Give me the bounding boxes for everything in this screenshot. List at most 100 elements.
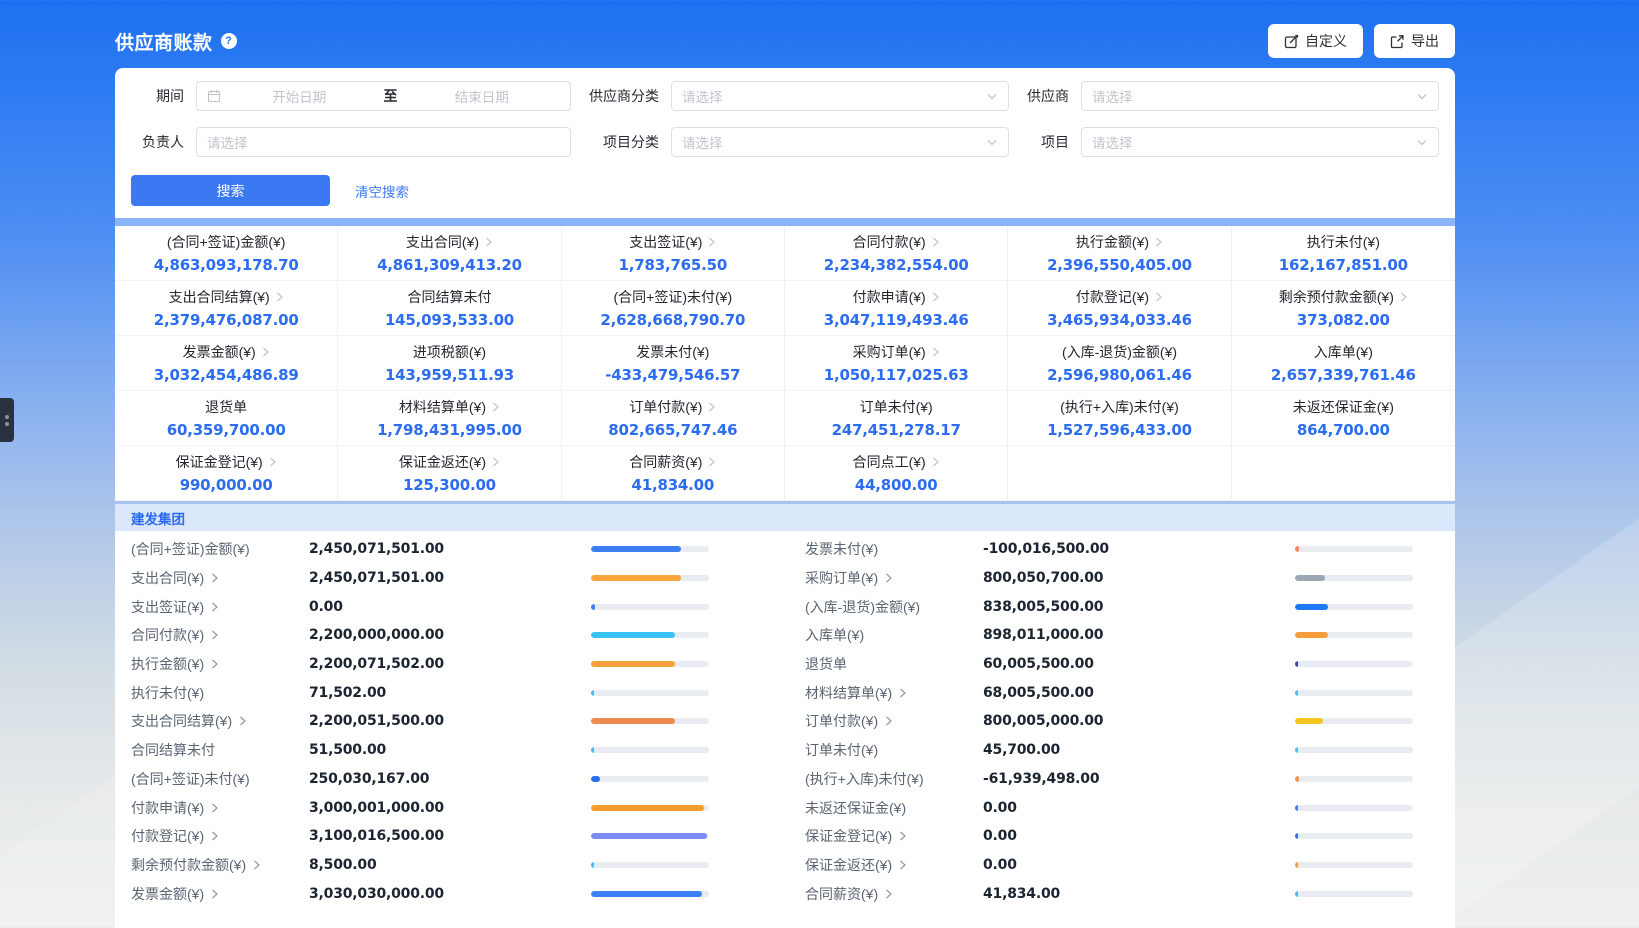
chevron-right-icon[interactable] — [210, 830, 219, 842]
progress-bar-track — [1295, 661, 1413, 667]
chevron-right-icon[interactable] — [491, 401, 500, 413]
chevron-right-icon[interactable] — [484, 236, 493, 248]
stat-label: 保证金返还(¥) — [399, 452, 500, 472]
progress-bar-fill — [591, 690, 594, 696]
chevron-right-icon[interactable] — [1154, 236, 1163, 248]
stat-value: 2,379,476,087.00 — [154, 311, 299, 329]
detail-row: 执行未付(¥)71,502.00 — [131, 678, 765, 707]
progress-bar-fill — [1295, 604, 1328, 610]
chevron-right-icon[interactable] — [210, 629, 219, 641]
detail-label: 剩余预付款金额(¥) — [131, 855, 309, 875]
chevron-right-icon[interactable] — [884, 572, 893, 584]
group-name-link[interactable]: 建发集团 — [131, 508, 185, 528]
detail-value: 0.00 — [309, 599, 343, 615]
chevron-right-icon[interactable] — [238, 715, 247, 727]
summary-stat-cell: (合同+签证)金额(¥) 4,863,093,178.70 — [115, 226, 338, 281]
start-date-placeholder[interactable]: 开始日期 — [221, 86, 378, 106]
detail-label: 入库单(¥) — [805, 625, 983, 645]
chevron-right-icon[interactable] — [707, 401, 716, 413]
chevron-right-icon[interactable] — [931, 236, 940, 248]
stat-value: 2,657,339,761.46 — [1271, 366, 1416, 384]
summary-stat-cell: 订单付款(¥)802,665,747.46 — [562, 391, 785, 446]
chevron-right-icon[interactable] — [268, 456, 277, 468]
customize-button[interactable]: 自定义 — [1268, 24, 1363, 58]
project-select[interactable]: 请选择 — [1081, 127, 1439, 157]
summary-stat-cell: 合同结算未付145,093,533.00 — [338, 281, 561, 336]
detail-label: 订单付款(¥) — [805, 711, 983, 731]
progress-bar-fill — [591, 632, 675, 638]
stat-label: 支出合同结算(¥) — [169, 287, 284, 307]
summary-stat-cell: 支出签证(¥)1,783,765.50 — [562, 226, 785, 281]
progress-bar-fill — [1295, 833, 1298, 839]
summary-stat-cell: 订单未付(¥)247,451,278.17 — [785, 391, 1008, 446]
progress-bar-track — [1295, 690, 1413, 696]
progress-bar-track — [591, 632, 709, 638]
chevron-right-icon[interactable] — [210, 802, 219, 814]
stat-value: 247,451,278.17 — [832, 421, 961, 439]
detail-value: 898,011,000.00 — [983, 627, 1103, 643]
owner-select[interactable]: 请选择 — [196, 127, 571, 157]
chevron-right-icon[interactable] — [707, 456, 716, 468]
stat-value: 2,396,550,405.00 — [1047, 256, 1192, 274]
summary-stat-cell: 保证金返还(¥) 125,300.00 — [338, 446, 561, 501]
stat-value: 4,863,093,178.70 — [154, 256, 299, 274]
supplier-select[interactable]: 请选择 — [1081, 81, 1439, 111]
chevron-right-icon[interactable] — [884, 888, 893, 900]
detail-value: 0.00 — [983, 828, 1017, 844]
chevron-right-icon[interactable] — [1154, 291, 1163, 303]
detail-row: 合同结算未付51,500.00 — [131, 736, 765, 765]
stat-label: 材料结算单(¥) — [399, 397, 500, 417]
stats-top-strip — [115, 218, 1455, 226]
chevron-right-icon[interactable] — [275, 291, 284, 303]
date-range-input[interactable]: 开始日期 至 结束日期 — [196, 81, 571, 111]
chevron-right-icon[interactable] — [931, 291, 940, 303]
stat-value: 2,628,668,790.70 — [600, 311, 745, 329]
detail-value: 45,700.00 — [983, 742, 1060, 758]
detail-label: 合同结算未付 — [131, 740, 309, 760]
detail-row: (合同+签证)未付(¥)250,030,167.00 — [131, 765, 765, 794]
project-label: 项目 — [1009, 132, 1081, 152]
chevron-right-icon[interactable] — [898, 687, 907, 699]
summary-empty-cell — [1008, 446, 1231, 501]
stat-label: 发票未付(¥) — [636, 342, 709, 362]
project-category-select[interactable]: 请选择 — [671, 127, 1009, 157]
detail-value: 838,005,500.00 — [983, 599, 1103, 615]
detail-label: 支出签证(¥) — [131, 597, 309, 617]
chevron-right-icon[interactable] — [884, 715, 893, 727]
chevron-right-icon[interactable] — [931, 346, 940, 358]
export-button[interactable]: 导出 — [1374, 24, 1455, 58]
progress-bar-fill — [591, 862, 594, 868]
chevron-right-icon[interactable] — [252, 859, 261, 871]
stat-label: (合同+签证)金额(¥) — [167, 232, 286, 252]
stat-value: 60,359,700.00 — [167, 421, 286, 439]
filter-supplier-category: 供应商分类 请选择 — [571, 81, 1009, 111]
chevron-right-icon[interactable] — [707, 236, 716, 248]
chevron-right-icon[interactable] — [210, 658, 219, 670]
detail-value: 2,200,051,500.00 — [309, 713, 444, 729]
clear-search-link[interactable]: 清空搜索 — [355, 181, 409, 201]
chevron-right-icon[interactable] — [210, 572, 219, 584]
search-button[interactable]: 搜索 — [131, 175, 330, 206]
chevron-right-icon[interactable] — [210, 888, 219, 900]
detail-value: 0.00 — [983, 857, 1017, 873]
period-label: 期间 — [131, 86, 196, 106]
chevron-right-icon[interactable] — [1399, 291, 1408, 303]
help-icon[interactable]: ? — [221, 33, 237, 49]
side-drawer-handle[interactable] — [0, 398, 14, 442]
chevron-right-icon[interactable] — [898, 830, 907, 842]
detail-value: 71,502.00 — [309, 685, 386, 701]
progress-bar-fill — [591, 575, 681, 581]
detail-value: 2,450,071,501.00 — [309, 570, 444, 586]
chevron-right-icon[interactable] — [210, 601, 219, 613]
stat-value: 3,047,119,493.46 — [824, 311, 969, 329]
supplier-category-select[interactable]: 请选择 — [671, 81, 1009, 111]
end-date-placeholder[interactable]: 结束日期 — [404, 86, 561, 106]
summary-stat-cell: 入库单(¥)2,657,339,761.46 — [1232, 336, 1455, 391]
detail-label: (合同+签证)金额(¥) — [131, 539, 309, 559]
progress-bar-track — [1295, 575, 1413, 581]
stat-value: 125,300.00 — [403, 476, 496, 494]
chevron-right-icon[interactable] — [931, 456, 940, 468]
chevron-right-icon[interactable] — [491, 456, 500, 468]
chevron-right-icon[interactable] — [261, 346, 270, 358]
chevron-right-icon[interactable] — [898, 859, 907, 871]
